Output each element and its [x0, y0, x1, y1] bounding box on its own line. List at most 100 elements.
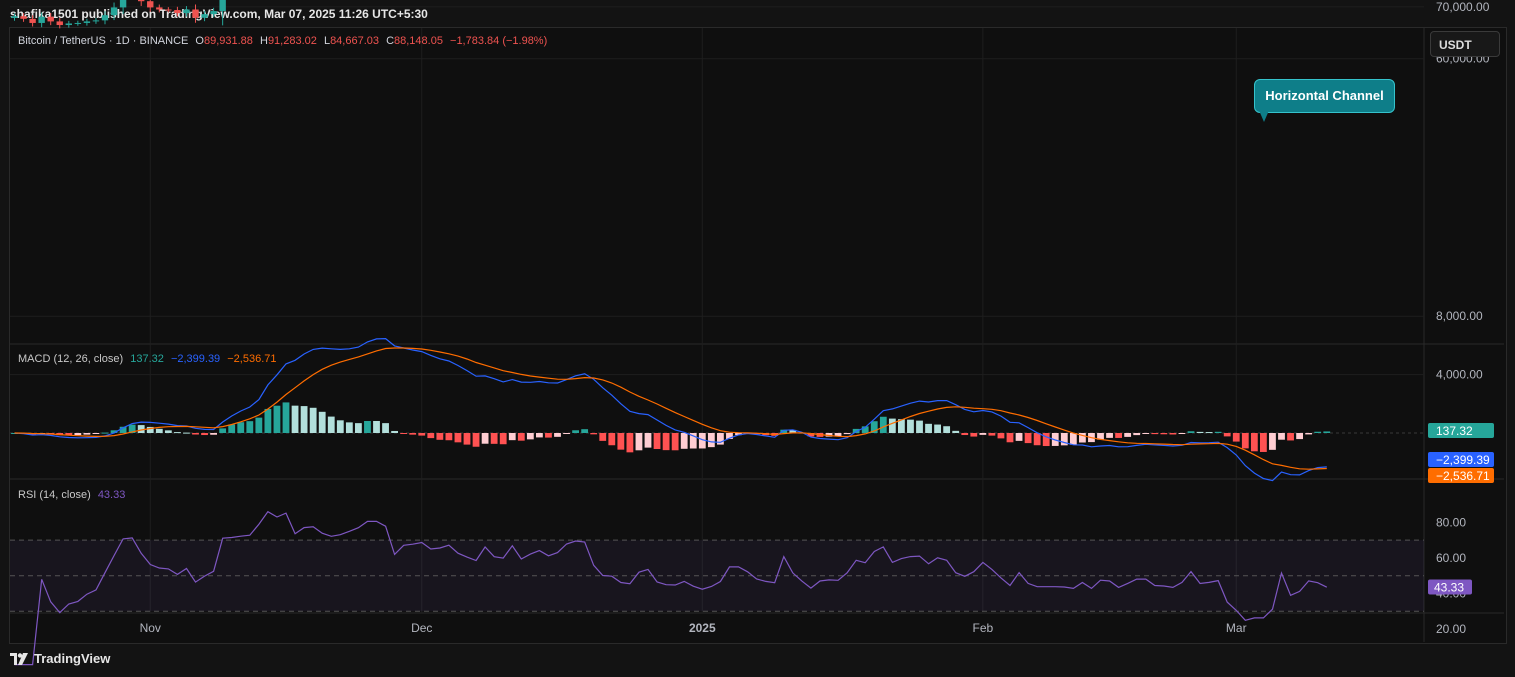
macd-histogram-bar: [164, 430, 172, 433]
macd-signal-value: −2,536.71: [227, 353, 277, 365]
macd-histogram-bar: [201, 433, 208, 436]
time-tick-label: 2025: [689, 621, 716, 635]
macd-histogram-bar: [499, 433, 507, 445]
macd-histogram-bar: [508, 433, 516, 441]
candle-body: [192, 9, 199, 18]
macd-histogram-bar: [563, 433, 570, 434]
candle-body: [92, 20, 100, 22]
callout-tail: [1258, 108, 1270, 122]
macd-histogram-bar: [1241, 433, 1249, 449]
macd-histogram-bar: [327, 416, 335, 433]
rsi-pane: [10, 510, 1424, 666]
macd-legend: MACD (12, 26, close) 137.32 −2,399.39 −2…: [18, 353, 281, 365]
macd-histogram-bar: [1042, 433, 1050, 447]
candle-body: [38, 16, 45, 23]
tradingview-logo-icon: [10, 652, 28, 665]
macd-histogram-bar: [1205, 432, 1213, 434]
macd-histogram-bar: [1160, 433, 1168, 435]
macd-histogram-bar: [526, 433, 534, 440]
macd-histogram-bar: [409, 433, 417, 435]
macd-signal-badge-text: −2,536.71: [1436, 469, 1490, 483]
macd-histogram-bar: [1142, 433, 1150, 434]
change-value: −1,783.84 (−1.98%): [450, 35, 548, 47]
macd-histogram-bar: [952, 430, 960, 433]
candle-body: [56, 21, 63, 26]
macd-histogram-bar: [481, 433, 489, 444]
macd-histogram-bar: [662, 433, 670, 451]
time-tick-label: Dec: [411, 621, 432, 635]
rsi-tick-label: 20.00: [1436, 622, 1466, 636]
macd-histogram-bar: [1323, 431, 1331, 433]
macd-histogram-bar: [382, 423, 389, 433]
rsi-legend: RSI (14, close) 43.33: [18, 489, 129, 501]
horizontal-channel-callout[interactable]: Horizontal Channel: [1254, 79, 1395, 113]
symbol-name: Bitcoin / TetherUS · 1D · BINANCE: [18, 35, 189, 47]
footer-brand-text: TradingView: [34, 651, 111, 666]
macd-histogram-bar: [635, 433, 643, 451]
macd-hist-badge-text: 137.32: [1436, 424, 1473, 438]
macd-histogram-bar: [997, 433, 1005, 439]
macd-histogram-bar: [300, 406, 308, 433]
macd-histogram-bar: [1069, 433, 1077, 445]
candle-body: [210, 11, 217, 15]
macd-histogram-bar: [219, 428, 227, 433]
symbol-legend: Bitcoin / TetherUS · 1D · BINANCE O89,93…: [18, 35, 551, 47]
macd-histogram-bar: [400, 433, 408, 434]
macd-histogram-bar: [979, 433, 987, 435]
macd-histogram-bar: [291, 405, 299, 433]
macd-histogram-bar: [1305, 433, 1313, 435]
close-label: C: [386, 35, 395, 47]
macd-histogram-bar: [707, 433, 715, 448]
macd-histogram-bar: [653, 433, 661, 450]
macd-histogram-bar: [888, 418, 896, 433]
open-value: 89,931.88: [203, 35, 253, 47]
macd-histogram-bar: [237, 422, 245, 433]
macd-histogram-bar: [970, 433, 978, 437]
macd-histogram-bar: [273, 405, 281, 433]
macd-histogram-bar: [373, 421, 380, 433]
macd-histogram-bar: [1024, 433, 1032, 444]
macd-histogram-bar: [843, 433, 851, 435]
macd-histogram-bar: [255, 417, 263, 433]
macd-tick-label: 4,000.00: [1436, 368, 1483, 382]
macd-histogram-bar: [1214, 431, 1222, 433]
currency-button[interactable]: USDT: [1430, 31, 1500, 57]
macd-histogram-bar: [925, 423, 932, 433]
macd-histogram-bar: [1187, 431, 1195, 433]
candle-body: [165, 9, 172, 11]
candle-body: [119, 0, 127, 8]
price-tick-label: 70,000.00: [1436, 0, 1490, 14]
macd-histogram-bar: [988, 433, 996, 436]
time-tick-label: Nov: [140, 621, 161, 635]
macd-histogram-bar: [74, 433, 82, 436]
macd-histogram-bar: [282, 402, 290, 433]
macd-histogram-bar: [1006, 433, 1014, 443]
candle-body: [201, 14, 208, 18]
macd-histogram-bar: [916, 420, 923, 433]
macd-histogram-bar: [572, 430, 579, 433]
macd-histogram-bar: [246, 421, 254, 433]
macd-histogram-bar: [427, 433, 435, 439]
macd-histogram-bar: [391, 430, 398, 433]
candle-body: [74, 22, 82, 24]
price-pane: [11, 0, 226, 29]
macd-histogram-bar: [943, 426, 951, 433]
open-label: O: [195, 35, 204, 47]
macd-histogram-bar: [680, 433, 688, 449]
candle-body: [11, 16, 18, 18]
candle-body: [20, 16, 27, 19]
candle-body: [65, 23, 72, 26]
macd-histogram-bar: [608, 433, 616, 446]
rsi-title: RSI (14, close): [18, 489, 91, 501]
candle-body: [156, 7, 163, 10]
macd-histogram-bar: [934, 424, 941, 433]
macd-histogram-bar: [1015, 433, 1023, 441]
candle-body: [183, 9, 190, 14]
macd-histogram-bar: [907, 419, 914, 433]
footer-brand[interactable]: TradingView: [10, 651, 110, 666]
macd-histogram-bar: [1232, 433, 1240, 442]
macd-histogram-bar: [961, 433, 969, 436]
macd-tick-label: 8,000.00: [1436, 309, 1483, 323]
macd-histogram-bar: [554, 433, 561, 437]
macd-histogram-bar: [671, 433, 679, 451]
